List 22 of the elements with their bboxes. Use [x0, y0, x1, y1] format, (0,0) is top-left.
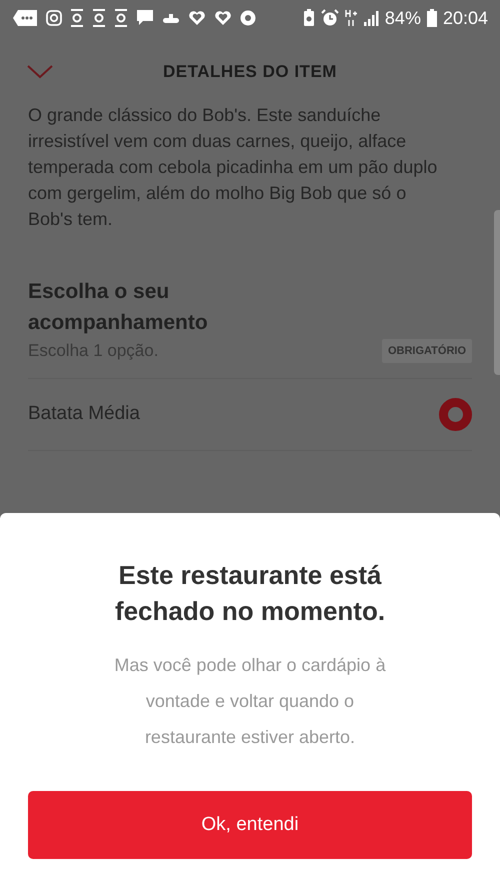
message-tag-icon	[12, 9, 38, 27]
chat-bubble-icon	[136, 9, 154, 27]
chevron-down-icon	[27, 65, 53, 79]
dialog-title: Este restaurante está fechado no momento.	[114, 559, 386, 628]
signal-icon	[362, 10, 379, 26]
camera-icon	[46, 10, 62, 26]
item-description: O grande clássico do Bob's. Este sanduíche irresistível vem com duas carnes, queijo, alface temperada com cebola picadinha em um pão duplo com gergelim, além do molho Big Bob que só o Bob's tem.	[28, 104, 438, 231]
alarm-clock-icon	[320, 9, 339, 27]
battery-percent: 84%	[384, 6, 421, 30]
heart-icon	[214, 10, 232, 26]
heart-icon	[188, 10, 206, 26]
battery-saver-icon	[302, 9, 315, 27]
required-badge: OBRIGATÓRIO	[382, 338, 472, 363]
section-title: Escolha o seu acompanhamento	[28, 279, 209, 336]
ok-button[interactable]: Ok, entendi	[28, 791, 472, 859]
option-label: Batata Média	[28, 402, 140, 426]
clock: 20:04	[442, 6, 488, 30]
header-title: DETALHES DO ITEM	[163, 61, 337, 84]
battery-icon	[426, 9, 437, 27]
dialog-message: Mas você pode olhar o cardápio à vontade e voltar quando o restaurante estiver aberto.	[113, 654, 387, 749]
radio-button[interactable]	[439, 398, 472, 430]
network-type-icon	[344, 9, 357, 27]
